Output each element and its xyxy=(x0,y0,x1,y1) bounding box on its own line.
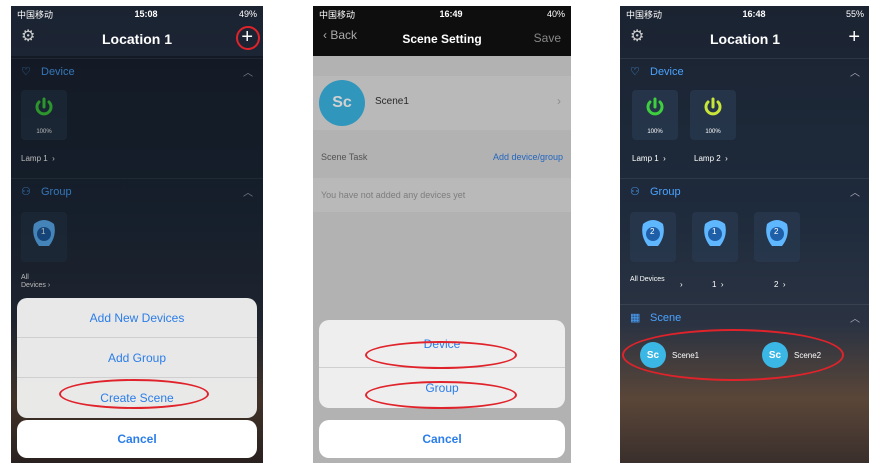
page-title: Location 1 xyxy=(709,31,780,47)
scene-avatar[interactable]: Sc xyxy=(640,342,666,368)
bulb-group-icon xyxy=(642,220,664,246)
group-tile[interactable]: 1 xyxy=(692,212,738,262)
cancel-button[interactable]: Cancel xyxy=(319,420,565,458)
settings-gear-icon[interactable]: ⚙ xyxy=(630,26,644,46)
screen-location-add-menu: 中国移动 15:08 49% ⚙ Location 1 + ♡ Device ︿… xyxy=(11,6,263,463)
status-time: 16:48 xyxy=(742,9,766,19)
battery-text: 40% xyxy=(546,9,565,19)
group-tile[interactable]: 2 xyxy=(630,212,676,262)
power-icon[interactable] xyxy=(645,97,665,117)
chevron-up-icon[interactable]: ︿ xyxy=(850,310,860,325)
action-sheet: Add New Devices Add Group Create Scene xyxy=(17,298,257,418)
group-section-label: Group xyxy=(650,185,681,198)
device-tile[interactable]: 100% xyxy=(632,90,678,140)
group-label[interactable]: 1 › xyxy=(712,280,724,289)
scene-grid-icon: ▦ xyxy=(630,312,641,324)
bulb-group-icon xyxy=(766,220,788,246)
battery-text: 49% xyxy=(238,9,257,19)
group-section-header[interactable]: ⚇ Group ︿ xyxy=(620,178,869,204)
device-level: 100% xyxy=(647,129,663,135)
group-badge: 2 xyxy=(650,227,655,236)
carrier-text: 中国移动 xyxy=(319,9,356,20)
group-badge: 1 xyxy=(712,227,717,236)
group-tree-icon: ⚇ xyxy=(630,186,640,198)
status-time: 15:08 xyxy=(134,9,158,19)
save-button[interactable]: Save xyxy=(534,31,561,45)
device-tile[interactable]: 100% xyxy=(690,90,736,140)
status-bar: 中国移动 16:48 55% xyxy=(620,6,869,22)
scene-label[interactable]: Scene1 xyxy=(672,351,699,360)
bulb-group-icon xyxy=(704,220,726,246)
create-scene-button[interactable]: Create Scene xyxy=(17,378,257,418)
add-group-button[interactable]: Add Group xyxy=(17,338,257,378)
status-bar: 中国移动 16:49 40% xyxy=(313,6,571,22)
scene-section-label: Scene xyxy=(650,311,682,324)
add-plus-icon[interactable]: + xyxy=(241,26,253,49)
group-tile[interactable]: 2 xyxy=(754,212,800,262)
nav-bar: ⚙ Location 1 + xyxy=(620,22,869,56)
device-level: 100% xyxy=(705,129,721,135)
battery-text: 55% xyxy=(845,9,864,19)
nav-bar: ⚙ Location 1 + xyxy=(11,22,263,56)
back-button[interactable]: ‹ Back xyxy=(323,28,357,42)
settings-gear-icon[interactable]: ⚙ xyxy=(21,26,35,46)
carrier-text: 中国移动 xyxy=(626,9,663,20)
status-time: 16:49 xyxy=(439,9,463,19)
status-bar: 中国移动 15:08 49% xyxy=(11,6,263,22)
scene-avatar[interactable]: Sc xyxy=(762,342,788,368)
page-title: Scene Setting xyxy=(402,32,482,46)
cancel-button[interactable]: Cancel xyxy=(17,420,257,458)
screen-scene-setting: 中国移动 16:49 40% ‹ Back Scene Setting Save… xyxy=(313,6,571,463)
chevron-up-icon[interactable]: ︿ xyxy=(850,184,860,199)
action-sheet: Device Group xyxy=(319,320,565,408)
device-label[interactable]: Lamp 2 › xyxy=(694,154,728,163)
page-title: Location 1 xyxy=(101,31,172,47)
bulb-outline-icon: ♡ xyxy=(630,66,640,78)
add-new-devices-button[interactable]: Add New Devices xyxy=(17,298,257,338)
group-label[interactable]: All Devices xyxy=(630,276,670,284)
add-plus-icon[interactable]: + xyxy=(848,26,860,49)
group-badge: 2 xyxy=(774,227,779,236)
nav-bar: ‹ Back Scene Setting Save xyxy=(313,22,571,56)
device-label[interactable]: Lamp 1 › xyxy=(632,154,666,163)
screen-location-with-scenes: 中国移动 16:48 55% ⚙ Location 1 + ♡ Device ︿… xyxy=(620,6,869,463)
scene-label[interactable]: Scene2 xyxy=(794,351,821,360)
chevron-up-icon[interactable]: ︿ xyxy=(850,64,860,79)
chevron-right-icon[interactable]: › xyxy=(680,280,683,289)
carrier-text: 中国移动 xyxy=(17,9,54,20)
scene-section-header[interactable]: ▦ Scene ︿ xyxy=(620,304,869,330)
group-label[interactable]: 2 › xyxy=(774,280,786,289)
device-section-header[interactable]: ♡ Device ︿ xyxy=(620,58,869,84)
device-section-label: Device xyxy=(650,65,684,78)
group-option-button[interactable]: Group xyxy=(319,368,565,408)
power-icon[interactable] xyxy=(703,97,723,117)
device-option-button[interactable]: Device xyxy=(319,320,565,368)
